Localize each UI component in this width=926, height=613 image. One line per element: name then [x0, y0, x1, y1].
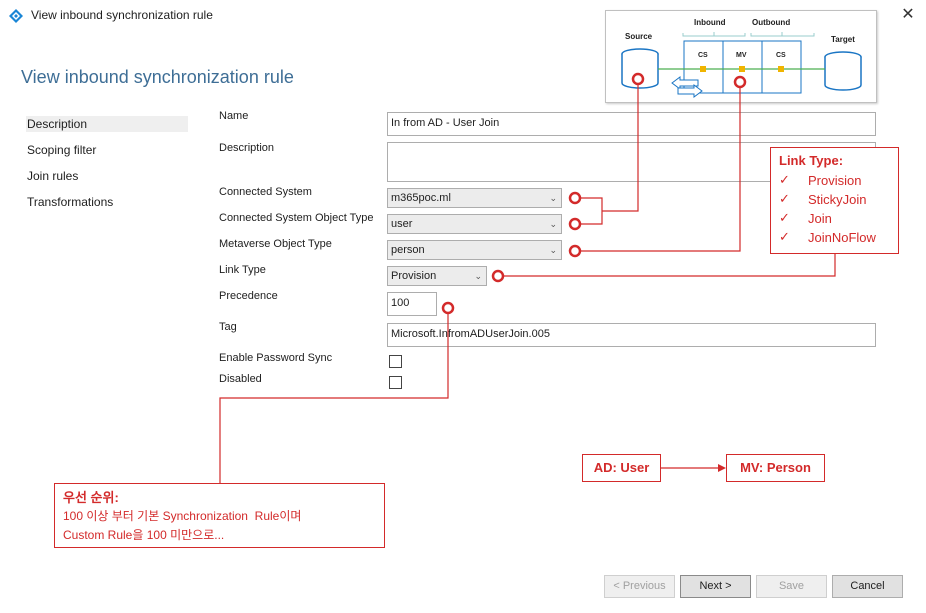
link-type-option: JoinNoFlow [808, 230, 876, 245]
check-icon: ✓ [779, 191, 790, 206]
priority-annotation: 우선 순위: 100 이상 부터 기본 Synchronization Rule… [54, 483, 385, 548]
marker-circle [441, 301, 455, 315]
mv-person-annotation: MV: Person [726, 454, 825, 482]
save-button[interactable]: Save [756, 575, 827, 598]
marker-circle [631, 72, 645, 86]
ad-user-annotation: AD: User [582, 454, 661, 482]
link-type-annotation: Link Type: ✓ Provision ✓ StickyJoin ✓ Jo… [770, 147, 899, 254]
marker-circle [733, 75, 747, 89]
previous-button[interactable]: < Previous [604, 575, 675, 598]
check-icon: ✓ [779, 229, 790, 244]
check-icon: ✓ [779, 210, 790, 225]
priority-annotation-line2: Custom Rule을 100 미만으로... [63, 528, 225, 542]
marker-circle [491, 269, 505, 283]
marker-circle [568, 244, 582, 258]
link-type-annotation-title: Link Type: [779, 153, 844, 168]
next-button[interactable]: Next > [680, 575, 751, 598]
marker-circle [568, 191, 582, 205]
priority-annotation-line1: 100 이상 부터 기본 Synchronization Rule이며 [63, 509, 302, 523]
priority-annotation-title: 우선 순위: [63, 490, 119, 505]
cancel-button[interactable]: Cancel [832, 575, 903, 598]
check-icon: ✓ [779, 172, 790, 187]
link-type-option: Provision [808, 173, 862, 188]
link-type-option: Join [808, 211, 832, 226]
marker-circle [568, 217, 582, 231]
link-type-option: StickyJoin [808, 192, 867, 207]
